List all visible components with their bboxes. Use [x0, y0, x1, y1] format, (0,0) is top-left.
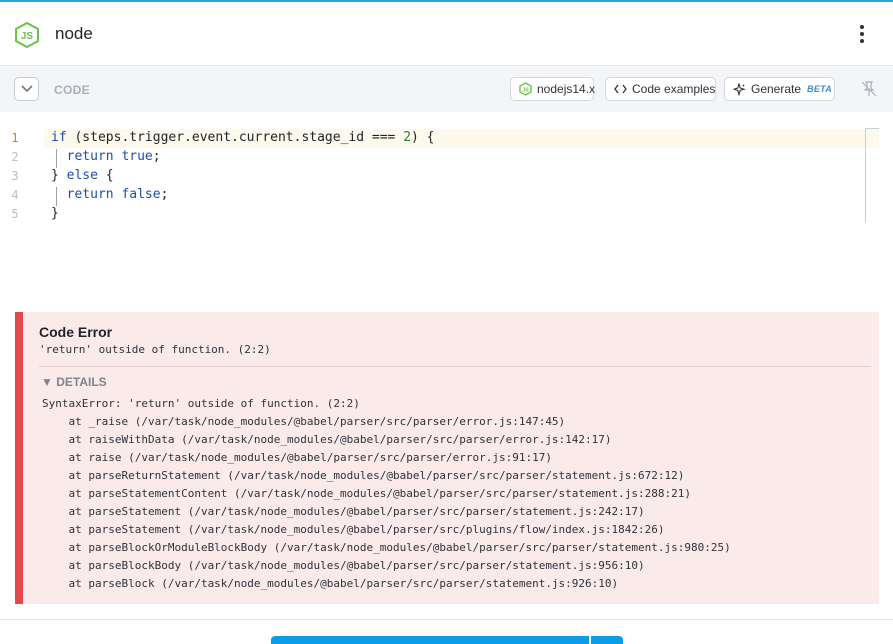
code-line-5: }: [51, 206, 59, 221]
code-error-panel: Code Error 'return' outside of function.…: [15, 312, 879, 604]
error-message: 'return' outside of function. (2:2): [39, 343, 271, 356]
code-brackets-icon: [614, 84, 627, 94]
primary-action-dropdown-button[interactable]: [591, 636, 623, 644]
svg-text:JS: JS: [522, 88, 529, 94]
stack-trace-line: at parseBlockBody (/var/task/node_module…: [42, 559, 645, 572]
primary-action-button[interactable]: [271, 636, 589, 644]
nodejs-logo-icon: JS: [15, 21, 39, 49]
chevron-down-icon: [21, 85, 33, 93]
svg-text:JS: JS: [21, 31, 34, 42]
error-divider: [39, 366, 871, 367]
step-title: node: [55, 24, 93, 43]
line-number: 5: [11, 207, 19, 221]
generate-code-button[interactable]: Generate BETA: [724, 77, 835, 101]
bottom-divider: [0, 619, 893, 620]
collapse-code-button[interactable]: [14, 77, 39, 101]
stack-trace-line: at parseStatement (/var/task/node_module…: [42, 523, 665, 536]
error-title: Code Error: [39, 324, 113, 340]
runtime-version-button[interactable]: JS nodejs14.x: [510, 77, 596, 101]
line-number: 1: [11, 131, 19, 145]
stack-trace-line: SyntaxError: 'return' outside of functio…: [42, 397, 360, 410]
line-number: 4: [11, 188, 19, 202]
code-line-2: return true;: [66, 149, 161, 164]
stack-trace-line: at parseReturnStatement (/var/task/node_…: [42, 469, 685, 482]
code-examples-label: Code examples: [632, 82, 716, 96]
editor-scrollbar-cap: [865, 128, 879, 129]
sparkle-icon: [733, 82, 746, 96]
nodejs-small-icon: JS: [519, 82, 532, 96]
code-line-1: if (steps.trigger.event.current.stage_id…: [51, 130, 435, 145]
details-toggle[interactable]: ▼ DETAILS: [41, 375, 107, 389]
generate-label: Generate: [751, 82, 802, 96]
unpin-icon[interactable]: [860, 80, 878, 98]
stack-trace-line: at parseStatement (/var/task/node_module…: [42, 505, 645, 518]
code-examples-button[interactable]: Code examples: [605, 77, 716, 101]
line-number: 2: [11, 150, 19, 164]
code-toolbar: CODE JS nodejs14.x Code examples Generat…: [0, 66, 893, 112]
step-header: JS node: [0, 2, 893, 66]
code-line-4: return false;: [66, 187, 169, 202]
stack-trace-line: at parseBlock (/var/task/node_modules/@b…: [42, 577, 619, 590]
stack-trace-line: at parseStatementContent (/var/task/node…: [42, 487, 692, 500]
stack-trace-line: at parseBlockOrModuleBlockBody (/var/tas…: [42, 541, 731, 554]
stack-trace: SyntaxError: 'return' outside of functio…: [42, 395, 731, 593]
line-number: 3: [11, 169, 19, 183]
kebab-menu-icon[interactable]: [852, 23, 872, 45]
beta-badge: BETA: [807, 84, 833, 94]
code-editor[interactable]: 1 2 3 4 5 if (steps.trigger.event.curren…: [0, 112, 893, 312]
code-line-3: } else {: [51, 168, 114, 183]
editor-scrollbar[interactable]: [865, 128, 866, 222]
stack-trace-line: at raiseWithData (/var/task/node_modules…: [42, 433, 612, 446]
runtime-version-label: nodejs14.x: [537, 82, 596, 96]
stack-trace-line: at _raise (/var/task/node_modules/@babel…: [42, 415, 566, 428]
stack-trace-line: at raise (/var/task/node_modules/@babel/…: [42, 451, 552, 464]
code-section-label: CODE: [54, 83, 90, 97]
